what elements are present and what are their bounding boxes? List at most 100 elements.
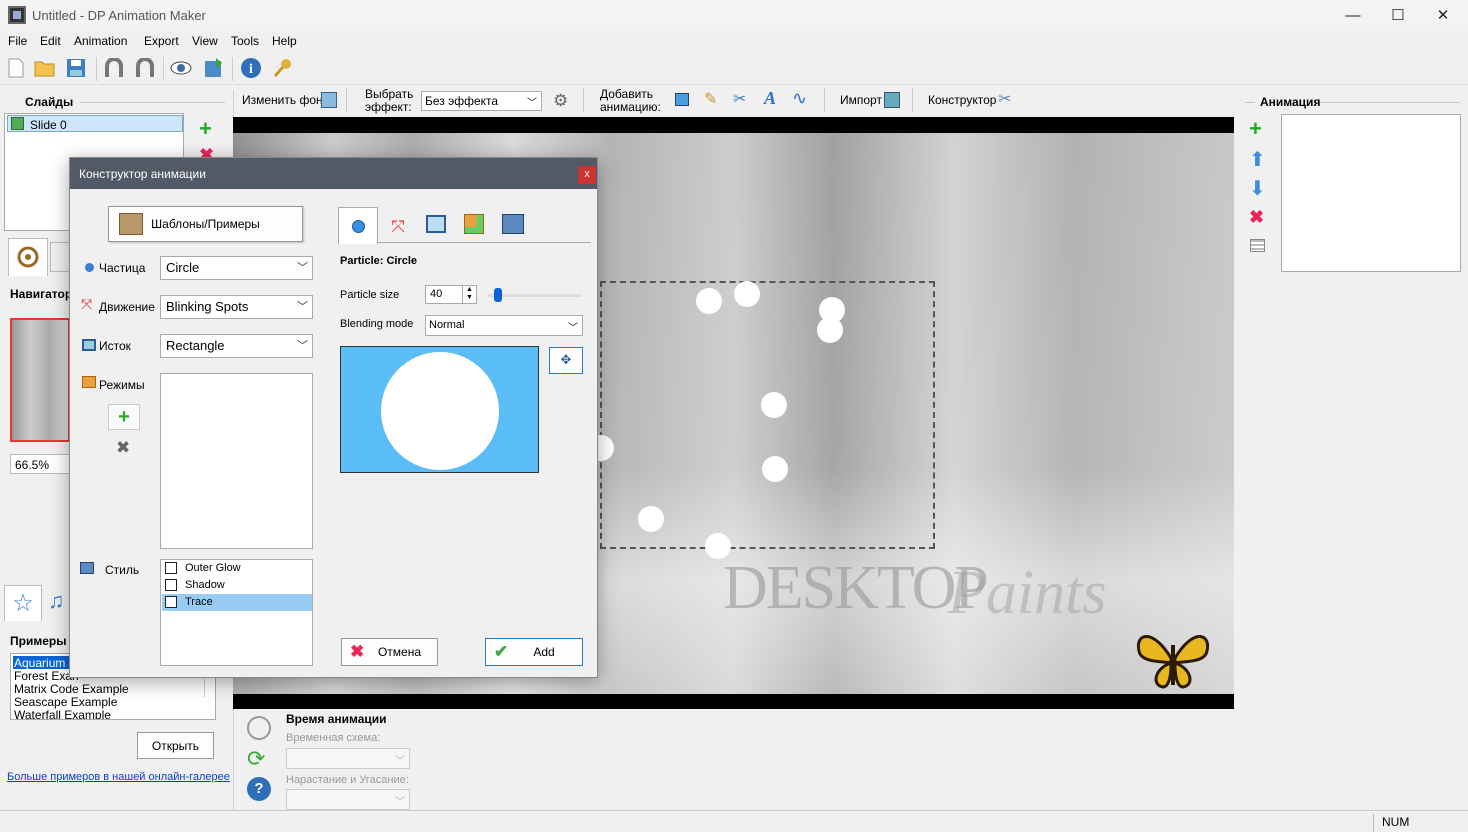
style-tab-icon[interactable] (502, 214, 524, 234)
size-spinner[interactable]: ▲ ▼ (462, 286, 476, 303)
style-list[interactable]: Outer Glow Shadow Trace (160, 559, 313, 666)
size-slider-thumb[interactable] (494, 288, 502, 302)
refresh-icon[interactable]: ⟳ (247, 746, 265, 772)
menu-view[interactable]: View (192, 34, 218, 48)
key-icon[interactable] (271, 56, 295, 80)
dialog-title-bar: Конструктор анимации x (70, 158, 597, 189)
info-icon[interactable]: i (239, 56, 263, 80)
slide-item[interactable]: Slide 0 (7, 115, 183, 132)
menu-export[interactable]: Export (144, 34, 179, 48)
zoom-field[interactable]: 66.5% (10, 454, 70, 474)
add-button-label: Add (533, 645, 555, 659)
add-image-animation-icon[interactable] (675, 93, 689, 106)
preview-eye-icon[interactable] (169, 56, 193, 80)
new-file-icon[interactable] (4, 56, 28, 80)
add-mode-icon[interactable]: + (108, 404, 140, 430)
delete-mode-icon[interactable]: ✖ (116, 438, 130, 458)
timing-clock-icon[interactable] (247, 716, 271, 740)
style-icon (80, 562, 94, 574)
help-icon[interactable]: ? (247, 777, 271, 801)
style-outer-glow[interactable]: Outer Glow (165, 562, 241, 575)
center-move-icon[interactable]: ✥ (549, 347, 583, 374)
undo-icon[interactable] (102, 56, 126, 80)
menu-animation[interactable]: Animation (74, 34, 127, 48)
motion-select[interactable]: Blinking Spots ﹀ (160, 295, 313, 319)
add-animation-icon[interactable]: + (1249, 118, 1262, 140)
dialog-title: Конструктор анимации (79, 167, 206, 181)
dialog-close-button[interactable]: x (578, 166, 596, 184)
modes-list[interactable] (160, 373, 313, 549)
cancel-button-label: Отмена (377, 645, 422, 659)
animation-constructor-dialog: Конструктор анимации x Шаблоны/Примеры Ч… (69, 157, 598, 678)
style-shadow[interactable]: Shadow (165, 579, 225, 592)
tab-clock[interactable] (50, 242, 70, 272)
list-item[interactable]: Matrix Code Example (14, 682, 129, 696)
source-rect-icon (82, 339, 96, 351)
move-down-icon[interactable]: ⬇ (1249, 176, 1266, 201)
cancel-button[interactable]: ✖ Отмена (341, 638, 438, 666)
tab-effects[interactable] (8, 238, 48, 276)
menu-file[interactable]: File (8, 34, 27, 48)
constructor-tools-icon[interactable]: ✂ (998, 89, 1011, 109)
fade-select[interactable]: ﹀ (286, 789, 410, 810)
export-film-icon[interactable] (201, 56, 225, 80)
source-select-value: Rectangle (166, 338, 225, 353)
particle-select[interactable]: Circle ﹀ (160, 256, 313, 280)
particle-header: Particle: Circle (340, 255, 418, 267)
redo-icon[interactable] (133, 56, 157, 80)
add-tools-animation-icon[interactable]: ✂ (733, 89, 746, 109)
effects-separator (346, 88, 347, 112)
style-trace[interactable]: Trace (165, 596, 213, 609)
list-item[interactable]: Waterfall Example (14, 708, 111, 719)
templates-box-icon (119, 213, 143, 235)
list-item[interactable]: Seascape Example (14, 695, 117, 709)
menu-help[interactable]: Help (272, 34, 297, 48)
tab-particle[interactable] (338, 207, 378, 244)
gallery-link[interactable]: Больше примеров в нашей онлайн-галерее (7, 771, 230, 783)
examples-scrollbar[interactable] (204, 679, 214, 697)
add-wave-animation-icon[interactable]: ∿ (792, 88, 807, 109)
particle-dot (762, 456, 788, 482)
chevron-down-icon: ﹀ (395, 756, 405, 767)
change-bg-icon[interactable] (321, 92, 337, 108)
constructor-label[interactable]: Конструктор (928, 93, 996, 107)
music-tab-icon[interactable]: ♫ (48, 588, 65, 614)
timing-scheme-select[interactable]: ﹀ (286, 748, 410, 769)
fade-label: Нарастание и Угасание: (286, 774, 409, 786)
menu-tools[interactable]: Tools (231, 34, 259, 48)
change-bg-label[interactable]: Изменить фон (242, 93, 323, 107)
particle-size-input[interactable]: 40 ▲ ▼ (425, 285, 477, 304)
shadow-checkbox[interactable] (165, 579, 177, 592)
animation-list[interactable] (1281, 114, 1461, 272)
source-tab-icon[interactable] (426, 215, 446, 233)
import-label[interactable]: Импорт (840, 93, 882, 107)
maximize-button[interactable]: ☐ (1375, 0, 1421, 31)
properties-icon[interactable] (1250, 239, 1265, 252)
menu-edit[interactable]: Edit (40, 34, 61, 48)
effect-settings-gear-icon[interactable]: ⚙ (553, 91, 568, 111)
move-up-icon[interactable]: ⬆ (1249, 147, 1266, 172)
blending-mode-select[interactable]: Normal ﹀ (425, 315, 583, 336)
modes-tab-icon[interactable] (464, 214, 484, 234)
open-folder-icon[interactable] (33, 56, 57, 80)
add-text-animation-icon[interactable]: A (764, 88, 776, 109)
outer-glow-checkbox[interactable] (165, 562, 177, 575)
add-slide-icon[interactable]: + (199, 118, 212, 140)
trace-checkbox[interactable] (165, 596, 177, 609)
import-icon[interactable] (884, 92, 900, 108)
source-select[interactable]: Rectangle ﹀ (160, 334, 313, 358)
motion-tab-icon[interactable]: ⤧ (379, 210, 417, 244)
close-button[interactable]: ✕ (1420, 0, 1466, 31)
templates-button[interactable]: Шаблоны/Примеры (108, 206, 303, 242)
save-icon[interactable] (64, 56, 88, 80)
add-button[interactable]: ✔ Add (485, 638, 583, 666)
minimize-button[interactable]: — (1330, 0, 1376, 31)
open-example-button[interactable]: Открыть (137, 732, 214, 759)
star-tab-icon[interactable]: ☆ (4, 585, 42, 621)
chevron-down-icon: ﹀ (297, 340, 308, 352)
add-brush-animation-icon[interactable]: ✎ (704, 89, 717, 109)
effect-select[interactable]: Без эффекта ﹀ (421, 91, 542, 111)
delete-animation-icon[interactable]: ✖ (1249, 207, 1264, 228)
navigator-preview[interactable] (10, 318, 70, 442)
svg-text:i: i (249, 62, 253, 77)
